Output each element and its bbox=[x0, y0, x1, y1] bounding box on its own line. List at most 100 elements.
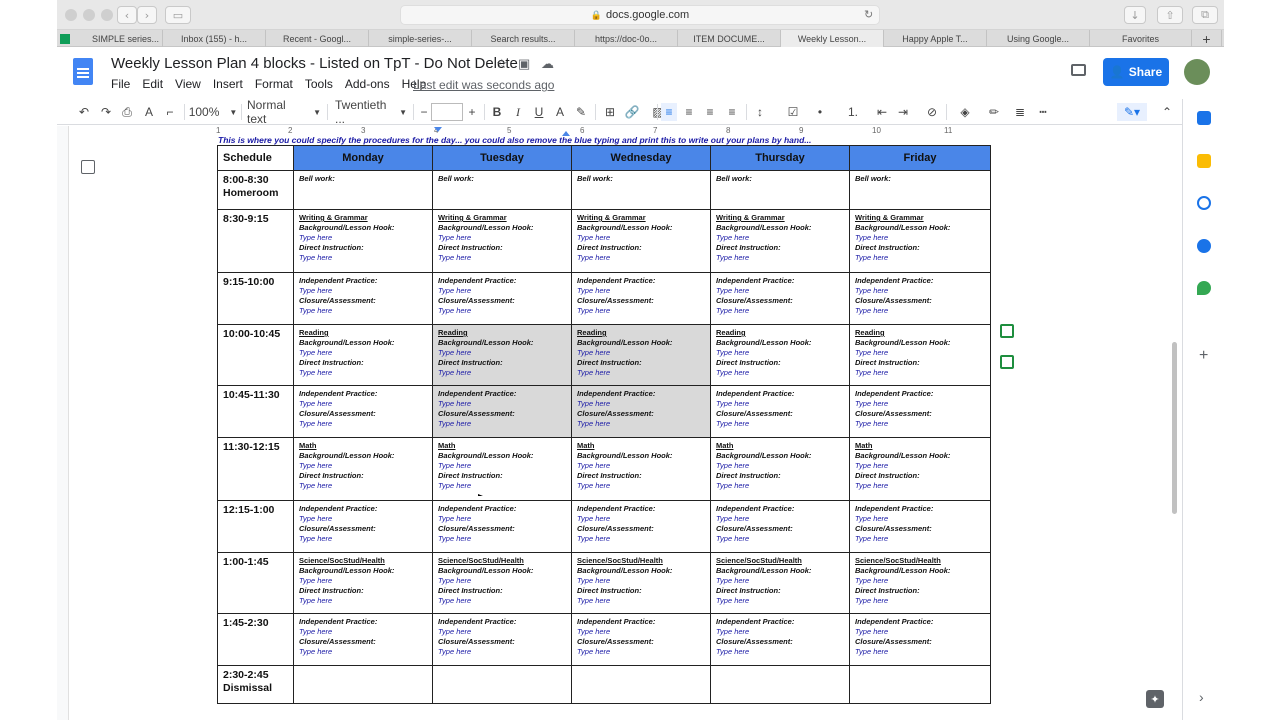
move-folder-icon[interactable]: ▣ bbox=[518, 56, 530, 72]
day-header[interactable]: Monday bbox=[293, 145, 433, 171]
lesson-cell[interactable]: Science/SocStud/Health Background/Lesson … bbox=[432, 552, 572, 614]
lesson-cell[interactable]: Science/SocStud/Health Background/Lesson … bbox=[710, 552, 850, 614]
lesson-cell[interactable]: Independent Practice: Type here Closure/As… bbox=[710, 500, 850, 553]
add-comment-icon[interactable] bbox=[1000, 324, 1014, 338]
favorites-tab[interactable]: Favorites bbox=[1090, 30, 1192, 47]
share-button[interactable]: 👤 Share bbox=[1103, 58, 1169, 86]
lesson-cell[interactable]: Writing & Grammar Background/Lesson Hook:… bbox=[571, 209, 711, 273]
time-cell[interactable]: 1:00-1:45 bbox=[217, 552, 294, 614]
lesson-cell[interactable]: Independent Practice: Type here Closure/As… bbox=[571, 385, 711, 438]
menu-view[interactable]: View bbox=[175, 77, 201, 91]
style-select[interactable]: Normal text ▼ bbox=[247, 98, 321, 126]
lesson-cell[interactable] bbox=[571, 665, 711, 704]
lesson-cell[interactable]: Math Background/Lesson Hook: Type here Dire… bbox=[571, 437, 711, 501]
document-title[interactable]: Weekly Lesson Plan 4 blocks - Listed on … bbox=[111, 55, 518, 72]
day-header[interactable]: Tuesday bbox=[432, 145, 572, 171]
lesson-cell[interactable]: Independent Practice: Type here Closure/As… bbox=[432, 613, 572, 666]
scrollbar[interactable] bbox=[1172, 342, 1177, 514]
browser-tab[interactable]: ITEM DOCUME... bbox=[678, 30, 781, 47]
time-cell[interactable]: 12:15-1:00 bbox=[217, 500, 294, 553]
maps-icon[interactable] bbox=[1197, 281, 1211, 295]
close-window-button[interactable] bbox=[65, 9, 77, 21]
time-cell[interactable]: 1:45-2:30 bbox=[217, 613, 294, 666]
browser-tab[interactable]: Inbox (155) - h... bbox=[163, 30, 266, 47]
lesson-cell[interactable]: Science/SocStud/Health Background/Lesson … bbox=[293, 552, 433, 614]
address-bar[interactable]: 🔒 docs.google.com bbox=[400, 5, 880, 25]
lesson-cell[interactable]: Independent Practice: Type here Closure/As… bbox=[432, 500, 572, 553]
increase-indent-icon[interactable]: ⇥ bbox=[895, 103, 911, 121]
lesson-cell[interactable]: Independent Practice: Type here Closure/As… bbox=[710, 613, 850, 666]
lesson-cell[interactable]: Independent Practice: Type here Closure/As… bbox=[432, 272, 572, 325]
lesson-cell[interactable] bbox=[293, 665, 433, 704]
lesson-cell[interactable]: Independent Practice: Type here Closure/As… bbox=[849, 385, 991, 438]
lesson-cell[interactable]: Math Background/Lesson Hook: Type here Dire… bbox=[293, 437, 433, 501]
browser-tab-active[interactable]: Weekly Lesson... bbox=[781, 30, 884, 47]
share-page-icon[interactable]: ⇧ bbox=[1157, 6, 1183, 24]
reload-icon[interactable]: ↻ bbox=[864, 8, 873, 21]
time-cell[interactable]: 9:15-10:00 bbox=[217, 272, 294, 325]
justify-icon[interactable]: ≡ bbox=[724, 103, 740, 121]
zoom-select[interactable]: 100% ▼ bbox=[189, 103, 238, 121]
tasks-icon[interactable] bbox=[1197, 196, 1211, 210]
lesson-cell[interactable]: Math Background/Lesson Hook: Type here Dire… bbox=[849, 437, 991, 501]
paint-format-icon[interactable]: ⌐ bbox=[161, 103, 179, 121]
spellcheck-icon[interactable]: A bbox=[140, 103, 158, 121]
menu-format[interactable]: Format bbox=[255, 77, 293, 91]
lesson-cell[interactable]: Writing & Grammar Background/Lesson Hook:… bbox=[432, 209, 572, 273]
browser-tab[interactable]: Happy Apple T... bbox=[884, 30, 987, 47]
lesson-cell[interactable]: Science/SocStud/Health Background/Lesson … bbox=[849, 552, 991, 614]
browser-tab[interactable]: simple-series-... bbox=[369, 30, 472, 47]
instruction-text[interactable]: This is where you could specify the proc… bbox=[218, 136, 989, 145]
decrease-indent-icon[interactable]: ⇤ bbox=[874, 103, 890, 121]
redo-icon[interactable]: ↷ bbox=[97, 103, 115, 121]
align-center-icon[interactable]: ≡ bbox=[681, 103, 697, 121]
fill-color-icon[interactable]: ◈ bbox=[954, 103, 976, 121]
lesson-cell[interactable] bbox=[710, 665, 850, 704]
tabs-overview-icon[interactable]: ⧉ bbox=[1192, 6, 1218, 24]
lesson-cell[interactable]: Independent Practice: Type here Closure/As… bbox=[571, 272, 711, 325]
lesson-cell[interactable]: Bell work: bbox=[432, 170, 572, 210]
calendar-icon[interactable] bbox=[1197, 111, 1211, 125]
lesson-cell[interactable]: Independent Practice: Type here Closure/As… bbox=[432, 385, 572, 438]
lesson-cell[interactable]: Writing & Grammar Background/Lesson Hook:… bbox=[710, 209, 850, 273]
lesson-cell[interactable]: Reading Background/Lesson Hook: Type here D… bbox=[432, 324, 572, 386]
lesson-cell[interactable]: Independent Practice: Type here Closure/As… bbox=[849, 613, 991, 666]
print-icon[interactable]: ⎙ bbox=[118, 103, 136, 121]
font-size-input[interactable] bbox=[431, 103, 463, 121]
lesson-cell[interactable]: Writing & Grammar Background/Lesson Hook:… bbox=[849, 209, 991, 273]
expand-panel-icon[interactable]: › bbox=[1199, 689, 1204, 705]
last-edit-link[interactable]: Last edit was seconds ago bbox=[413, 78, 554, 92]
lesson-cell[interactable]: Bell work: bbox=[571, 170, 711, 210]
time-cell[interactable]: 10:00-10:45 bbox=[217, 324, 294, 386]
clear-formatting-icon[interactable]: ⊘ bbox=[924, 103, 940, 121]
lesson-cell[interactable]: Bell work: bbox=[293, 170, 433, 210]
lesson-cell[interactable]: Reading Background/Lesson Hook: Type here D… bbox=[849, 324, 991, 386]
align-right-icon[interactable]: ≡ bbox=[702, 103, 718, 121]
lesson-cell[interactable]: Math Background/Lesson Hook: Type here Dire… bbox=[432, 437, 572, 501]
menu-tools[interactable]: Tools bbox=[305, 77, 333, 91]
menu-file[interactable]: File bbox=[111, 77, 130, 91]
keep-icon[interactable] bbox=[1197, 154, 1211, 168]
lesson-cell[interactable]: Independent Practice: Type here Closure/As… bbox=[293, 500, 433, 553]
editing-mode-icon[interactable]: ✎▾ bbox=[1117, 103, 1147, 121]
lesson-cell[interactable] bbox=[849, 665, 991, 704]
highlight-icon[interactable]: ✎ bbox=[573, 103, 589, 121]
time-cell[interactable]: 8:30-9:15 bbox=[217, 209, 294, 273]
indent-marker-icon[interactable] bbox=[434, 127, 442, 132]
comment-history-icon[interactable] bbox=[1071, 64, 1086, 76]
browser-tab[interactable]: Search results... bbox=[472, 30, 575, 47]
star-icon[interactable]: ☆ bbox=[496, 56, 508, 72]
bulleted-list-icon[interactable]: • bbox=[809, 103, 831, 121]
time-cell[interactable]: 8:00-8:30 Homeroom bbox=[217, 170, 294, 210]
lesson-cell[interactable] bbox=[432, 665, 572, 704]
line-spacing-icon[interactable]: ↕ bbox=[752, 103, 768, 121]
lesson-cell[interactable]: Bell work: bbox=[710, 170, 850, 210]
get-addons-icon[interactable]: + bbox=[1199, 347, 1208, 365]
lesson-cell[interactable]: Reading Background/Lesson Hook: Type here D… bbox=[571, 324, 711, 386]
back-icon[interactable]: ‹ bbox=[117, 6, 137, 24]
sidebar-icon[interactable]: ▭ bbox=[165, 6, 191, 24]
lesson-cell[interactable]: Independent Practice: Type here Closure/As… bbox=[849, 272, 991, 325]
contacts-icon[interactable] bbox=[1197, 239, 1211, 253]
forward-icon[interactable]: › bbox=[137, 6, 157, 24]
lesson-cell[interactable]: Independent Practice: Type here Closure/As… bbox=[710, 385, 850, 438]
